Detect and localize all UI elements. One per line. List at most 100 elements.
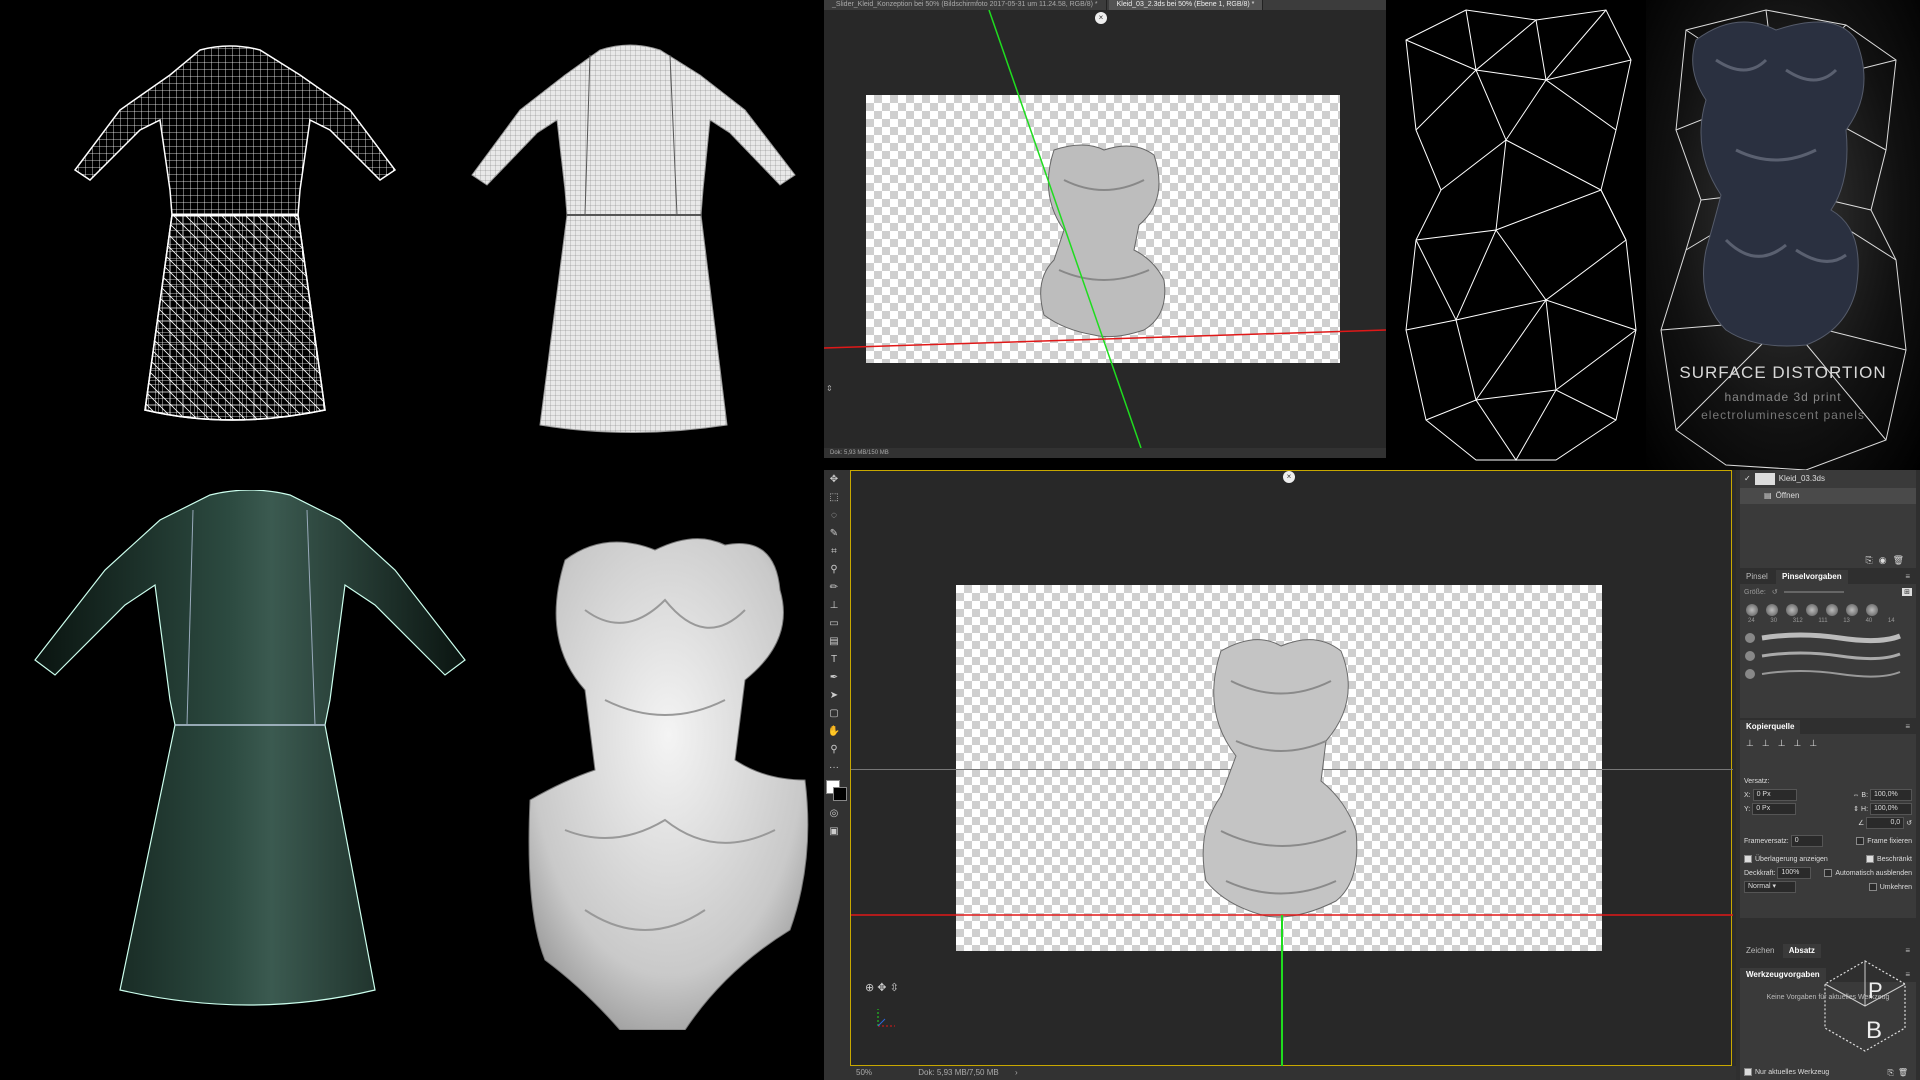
height-link-icon[interactable]: ⇕ [1853, 806, 1859, 813]
tab-pinselvorgaben[interactable]: Pinselvorgaben [1776, 570, 1848, 584]
brush-tip[interactable] [1866, 604, 1878, 616]
tools-panel: ✥ ⬚ ◌ ✎ ⌗ ⚲ ✏ ⊥ ▭ ▤ T ✒ ➤ ▢ ✋ ⚲ ··· ◎ ▣ [824, 470, 851, 1080]
brush-size-value: 13 [1843, 618, 1850, 624]
color-swatches[interactable] [826, 780, 848, 802]
eraser-tool-icon[interactable]: ▭ [826, 616, 842, 632]
panel-menu-icon[interactable]: ≡ [1899, 570, 1916, 584]
frame-lock-checkbox[interactable] [1856, 837, 1865, 846]
hand-tool-icon[interactable]: ✋ [826, 724, 842, 740]
snapshot-thumbnail [1754, 473, 1775, 485]
move-tool-icon[interactable]: ✥ [826, 472, 842, 488]
blend-mode-value: Normal [1748, 883, 1771, 890]
show-overlay-checkbox[interactable] [1744, 855, 1752, 864]
brush-tip[interactable] [1826, 604, 1838, 616]
background-color-swatch[interactable] [833, 787, 847, 801]
shape-tool-icon[interactable]: ▢ [826, 706, 842, 722]
gradient-tool-icon[interactable]: ▤ [826, 634, 842, 650]
opacity-input[interactable]: 100% [1777, 867, 1812, 880]
new-brush-icon[interactable]: ⊞ [1902, 588, 1912, 596]
document-tab-kleid[interactable]: Kleid_03_2.3ds bei 50% (Ebene 1, RGB/8) … [1108, 0, 1264, 10]
brush-size-slider[interactable] [1783, 591, 1844, 593]
show-overlay-label: Überlagerung anzeigen [1755, 856, 1828, 863]
brush-size-value: 30 [1770, 618, 1778, 624]
clone-source-3-icon[interactable]: ⊥ [1778, 738, 1794, 748]
tab-werkzeugvorgaben[interactable]: Werkzeugvorgaben [1740, 968, 1826, 982]
brush-tip[interactable] [1746, 604, 1758, 616]
quick-mask-icon[interactable]: ◎ [826, 806, 842, 822]
clone-source-2-icon[interactable]: ⊥ [1762, 738, 1778, 748]
pan-icon[interactable]: ✥ [877, 982, 886, 994]
new-preset-icon[interactable]: ⎘ [1887, 1068, 1897, 1077]
brush-tip[interactable] [1786, 604, 1798, 616]
blend-mode-select[interactable]: Normal ▾ [1744, 881, 1796, 893]
width-scale-input[interactable]: 100,0% [1870, 789, 1912, 802]
brush-tip-row: 24 30 312 111 13 40 14 [1740, 600, 1916, 628]
orbit-icon[interactable]: ⊕ [865, 982, 874, 994]
clipped-checkbox[interactable] [1865, 855, 1874, 864]
brush-tip[interactable] [1846, 604, 1858, 616]
more-tools-icon[interactable]: ··· [826, 760, 842, 776]
frame-offset-input[interactable]: 0 [1790, 835, 1823, 848]
history-trash-icon[interactable]: 🗑 [1893, 555, 1910, 565]
brush-tool-icon[interactable]: ✏ [826, 580, 842, 596]
bottom-status-bar: 50% Dok: 5,93 MB/7,50 MB › [850, 1066, 1738, 1080]
clone-source-5-icon[interactable]: ⊥ [1809, 738, 1825, 748]
3d-camera-controls[interactable]: ⊕ ✥ ⇳ [865, 981, 899, 994]
type-tool-icon[interactable]: T [826, 652, 842, 668]
zoom-tool-icon[interactable]: ⚲ [826, 742, 842, 758]
angle-input[interactable]: 0,0 [1866, 817, 1905, 830]
status-arrow-icon[interactable]: › [1015, 1068, 1018, 1077]
brush-tip[interactable] [1766, 604, 1778, 616]
pen-tool-icon[interactable]: ✒ [826, 670, 842, 686]
pb-logo-graphic: P B [1824, 960, 1906, 1052]
clone-source-1-icon[interactable]: ⊥ [1746, 738, 1762, 748]
new-document-from-state-icon[interactable]: ⎘ [1866, 555, 1879, 565]
pb-logo-letter-p: P [1868, 978, 1883, 1003]
history-step-label: Öffnen [1775, 491, 1800, 500]
clone-source-tabs: Kopierquelle ≡ [1740, 720, 1916, 734]
top-green-axis [988, 10, 1142, 448]
invert-checkbox[interactable] [1868, 883, 1877, 892]
tab-absatz[interactable]: Absatz [1782, 944, 1821, 958]
delete-preset-icon[interactable]: 🗑 [1898, 1068, 1912, 1077]
history-step-row[interactable]: ▤ Öffnen [1740, 488, 1916, 504]
brush-stroke-previews[interactable] [1740, 628, 1916, 692]
history-snapshot-row[interactable]: ✓ Kleid_03.3ds [1740, 470, 1916, 488]
screen-mode-icon[interactable]: ▣ [826, 824, 842, 840]
snapshot-camera-icon[interactable]: ◉ [1879, 555, 1893, 565]
path-select-tool-icon[interactable]: ➤ [826, 688, 842, 704]
brush-size-label: Größe: [1744, 588, 1766, 596]
angle-icon: ∠ [1857, 820, 1865, 827]
opacity-label: Deckkraft: [1744, 870, 1776, 877]
reset-size-icon[interactable]: ↺ [1772, 588, 1778, 596]
quick-select-tool-icon[interactable]: ✎ [826, 526, 842, 542]
clone-source-4-icon[interactable]: ⊥ [1794, 738, 1810, 748]
width-link-icon[interactable]: ⇔ [1852, 792, 1859, 799]
brush-panel: Pinsel Pinselvorgaben ≡ Größe: ↺ ⊞ 24 30… [1740, 570, 1916, 718]
y-offset-input[interactable]: 0 Px [1752, 803, 1797, 816]
reset-transform-icon[interactable]: ↺ [1906, 820, 1912, 827]
brush-size-value: 14 [1887, 618, 1895, 624]
overlay-line-panels: electroluminescent panels [1701, 408, 1865, 422]
tab-kopierquelle[interactable]: Kopierquelle [1740, 720, 1801, 734]
stamp-tool-icon[interactable]: ⊥ [826, 598, 842, 614]
document-tab-konzeption[interactable]: _Slider_Kleid_Konzeption bei 50% (Bildsc… [824, 0, 1107, 10]
history-step-icon: ▤ [1764, 491, 1772, 500]
tab-pinsel[interactable]: Pinsel [1740, 570, 1774, 584]
current-tool-only-checkbox[interactable] [1744, 1068, 1752, 1076]
auto-hide-label: Automatisch ausblenden [1835, 870, 1912, 877]
marquee-tool-icon[interactable]: ⬚ [826, 490, 842, 506]
crop-tool-icon[interactable]: ⌗ [826, 544, 842, 560]
lasso-tool-icon[interactable]: ◌ [826, 508, 842, 524]
brush-tip[interactable] [1806, 604, 1818, 616]
x-offset-input[interactable]: 0 Px [1752, 789, 1797, 802]
dolly-icon[interactable]: ⇳ [890, 982, 899, 994]
height-scale-input[interactable]: 100,0% [1870, 803, 1912, 816]
clone-source-panel: Kopierquelle ≡ ⊥⊥⊥⊥⊥ Versatz: X: 0 Px ⇔ … [1740, 720, 1916, 918]
top-coords-icon[interactable]: ⇕ [826, 384, 833, 393]
eyedropper-tool-icon[interactable]: ⚲ [826, 562, 842, 578]
clone-menu-icon[interactable]: ≡ [1899, 720, 1916, 734]
tab-zeichen[interactable]: Zeichen [1740, 944, 1780, 958]
auto-hide-checkbox[interactable] [1824, 869, 1833, 878]
zoom-level[interactable]: 50% [856, 1066, 906, 1080]
